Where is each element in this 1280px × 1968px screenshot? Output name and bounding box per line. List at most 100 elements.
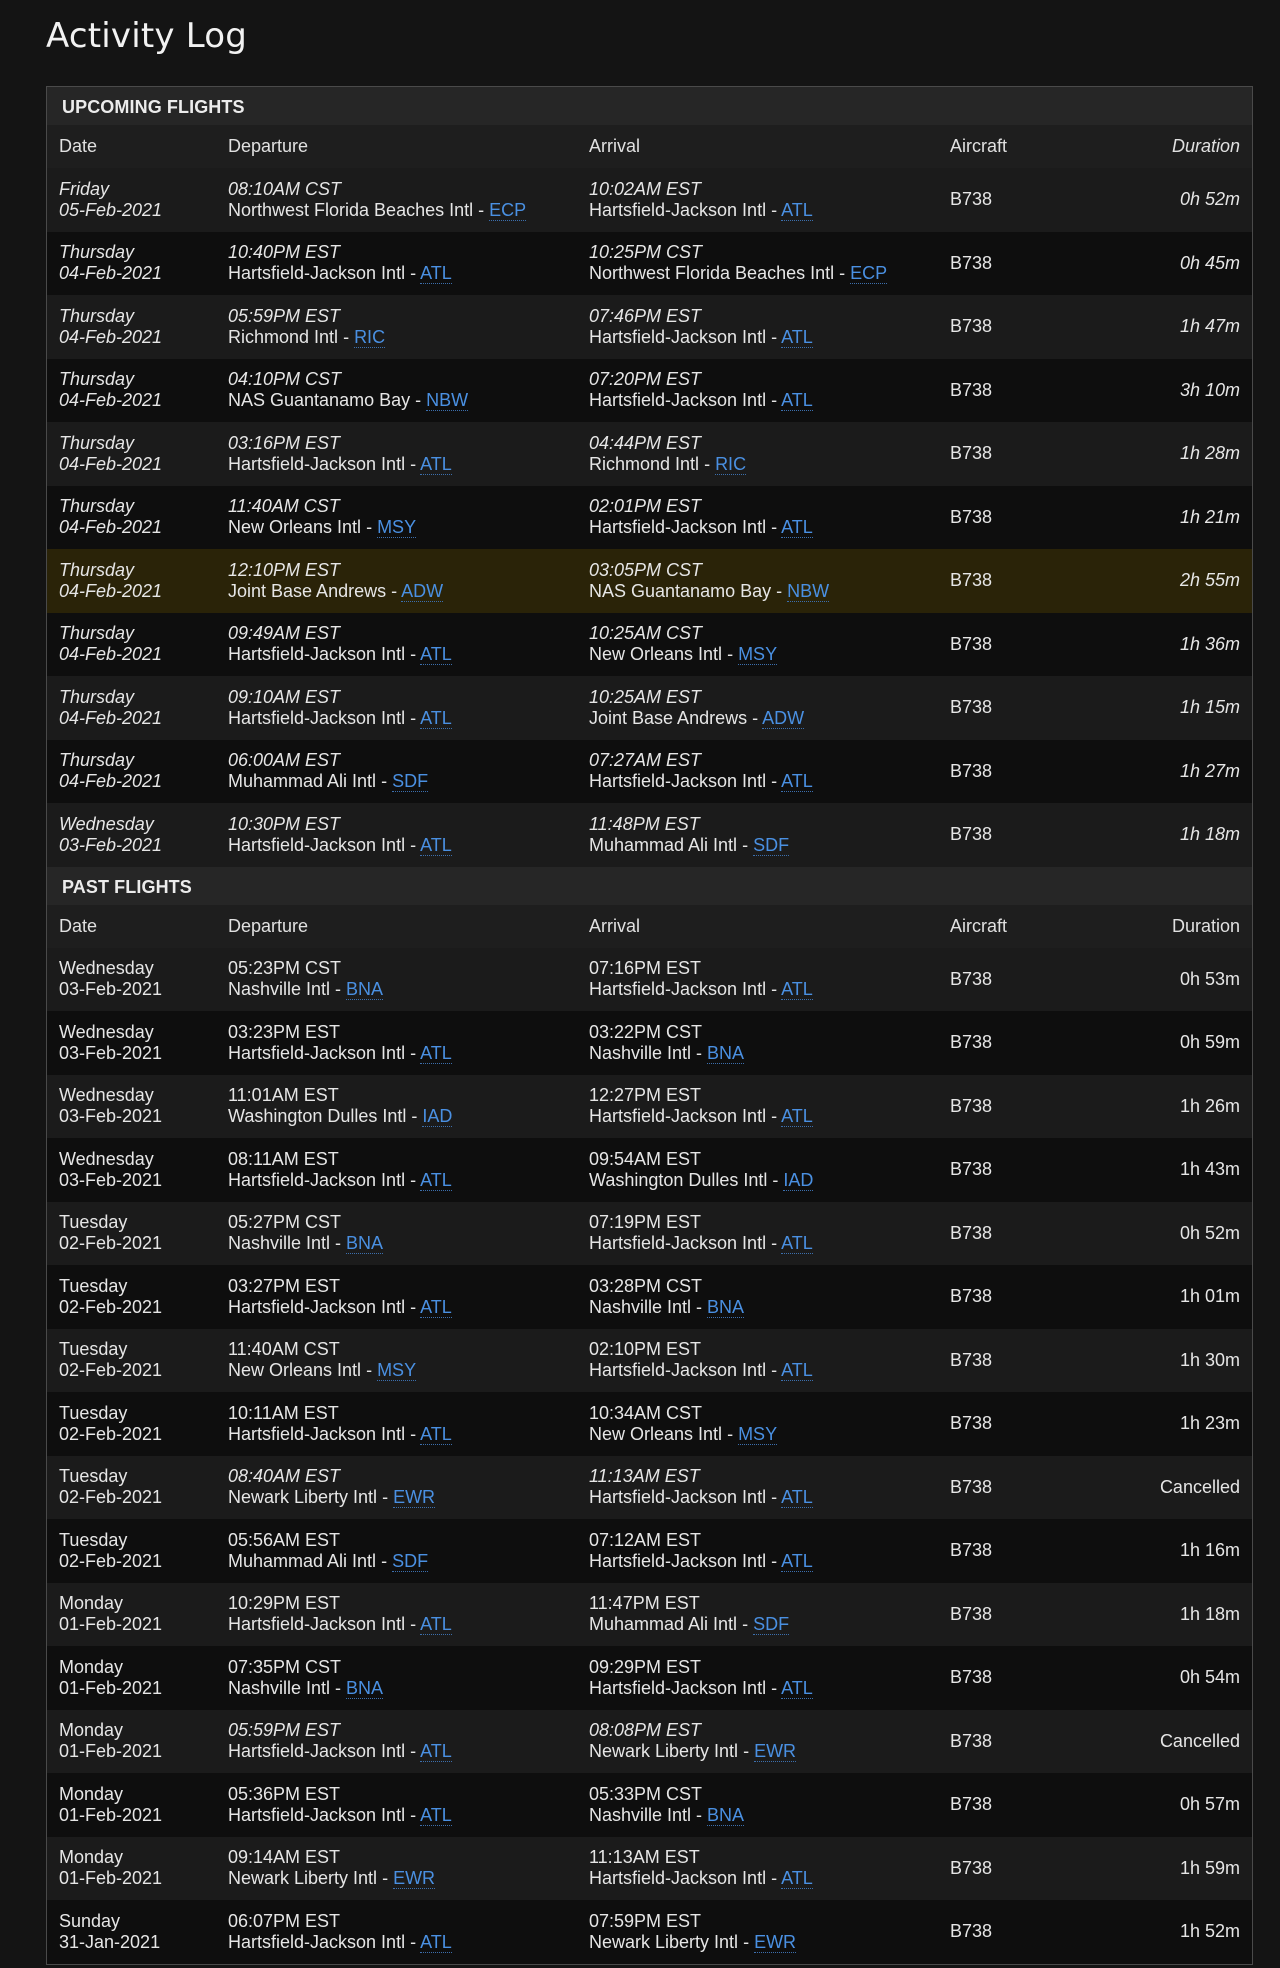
- airport-name: Hartsfield-Jackson Intl: [228, 1741, 406, 1762]
- table-row: Thursday 04-Feb-2021 10:40PM EST Hartsfield…: [47, 231, 1252, 295]
- airport-name: Newark Liberty Intl: [589, 1741, 739, 1762]
- flight-date: 04-Feb-2021: [59, 517, 163, 538]
- separator: -: [766, 390, 782, 411]
- airport-code-link[interactable]: ATL: [781, 979, 813, 1001]
- departure-airport-line: Hartsfield-Jackson Intl - ATL: [228, 263, 589, 285]
- airport-code-link[interactable]: ATL: [420, 1296, 452, 1318]
- airport-code-link[interactable]: ATL: [420, 1804, 452, 1826]
- table-row: Thursday 04-Feb-2021 05:59PM EST Richmond I…: [47, 295, 1252, 359]
- airport-code-link[interactable]: MSY: [738, 1423, 778, 1445]
- aircraft-type: B738: [950, 1413, 993, 1434]
- departure-time: 09:49AM EST: [228, 623, 341, 644]
- arrival-airport-line: Hartsfield-Jackson Intl - ATL: [589, 1360, 950, 1382]
- airport-code-link[interactable]: ATL: [420, 834, 452, 856]
- airport-code-link[interactable]: ATL: [420, 1614, 452, 1636]
- flight-date: 04-Feb-2021: [59, 644, 163, 665]
- airport-code-link[interactable]: MSY: [377, 1360, 417, 1382]
- column-header-departure: Departure: [228, 915, 309, 936]
- separator: -: [766, 1233, 782, 1254]
- airport-code-link[interactable]: SDF: [753, 834, 790, 856]
- departure-time: 09:10AM EST: [228, 686, 341, 707]
- airport-code-link[interactable]: BNA: [707, 1042, 745, 1064]
- airport-code-link[interactable]: ATL: [420, 263, 452, 285]
- airport-code-link[interactable]: BNA: [346, 1233, 384, 1255]
- airport-code-link[interactable]: IAD: [783, 1169, 814, 1191]
- airport-code-link[interactable]: BNA: [346, 1677, 384, 1699]
- airport-code-link[interactable]: ATL: [420, 644, 452, 666]
- airport-code-link[interactable]: ATL: [781, 1360, 813, 1382]
- departure-time: 11:40AM CST: [228, 496, 340, 517]
- flight-duration: 1h 27m: [1179, 760, 1240, 781]
- table-row: Tuesday 02-Feb-2021 05:56AM EST Muhammad Al…: [47, 1519, 1252, 1583]
- table-row: Thursday 04-Feb-2021 03:16PM EST Hartsfield…: [47, 422, 1252, 486]
- airport-code-link[interactable]: ATL: [420, 1741, 452, 1763]
- airport-code-link[interactable]: EWR: [754, 1931, 797, 1953]
- airport-code-link[interactable]: NBW: [426, 390, 469, 412]
- date-cell: Thursday 04-Feb-2021: [47, 242, 228, 284]
- airport-code-link[interactable]: MSY: [377, 517, 417, 539]
- airport-code-link[interactable]: ATL: [781, 771, 813, 793]
- departure-time: 08:11AM EST: [228, 1148, 339, 1169]
- aircraft-type: B738: [950, 1032, 993, 1053]
- airport-code-link[interactable]: SDF: [392, 1550, 429, 1572]
- flight-date: 02-Feb-2021: [59, 1233, 163, 1254]
- flight-date: 04-Feb-2021: [59, 326, 163, 347]
- airport-code-link[interactable]: ATL: [781, 1868, 813, 1890]
- airport-code-link[interactable]: EWR: [754, 1741, 797, 1763]
- departure-airport-line: Hartsfield-Jackson Intl - ATL: [228, 1042, 589, 1064]
- airport-code-link[interactable]: ADW: [762, 707, 805, 729]
- column-header-date: Date: [59, 915, 98, 936]
- flight-date: 01-Feb-2021: [59, 1868, 163, 1889]
- airport-code-link[interactable]: ATL: [781, 1487, 813, 1509]
- aircraft-type: B738: [950, 1667, 993, 1688]
- airport-code-link[interactable]: ATL: [781, 1233, 813, 1255]
- arrival-airport-line: Hartsfield-Jackson Intl - ATL: [589, 1677, 950, 1699]
- separator: -: [766, 199, 782, 220]
- airport-code-link[interactable]: BNA: [707, 1296, 745, 1318]
- arrival-time: 03:22PM CST: [589, 1021, 703, 1042]
- airport-name: NAS Guantanamo Bay: [589, 580, 772, 601]
- airport-code-link[interactable]: MSY: [738, 644, 778, 666]
- separator: -: [738, 1931, 755, 1952]
- separator: -: [834, 263, 851, 284]
- airport-code-link[interactable]: ECP: [850, 263, 888, 285]
- airport-code-link[interactable]: ECP: [489, 199, 527, 221]
- airport-code-link[interactable]: ATL: [420, 707, 452, 729]
- upcoming-flights-rows: Friday 05-Feb-2021 08:10AM CST Northwest Fl…: [47, 168, 1252, 867]
- arrival-time: 09:54AM EST: [589, 1148, 702, 1169]
- separator: -: [766, 979, 782, 1000]
- arrival-cell: 07:16PM EST Hartsfield-Jackson Intl - ATL: [589, 958, 950, 1001]
- airport-code-link[interactable]: IAD: [422, 1106, 453, 1128]
- weekday: Tuesday: [59, 1212, 128, 1233]
- airport-name: New Orleans Intl: [228, 1360, 362, 1381]
- airport-code-link[interactable]: ADW: [401, 580, 444, 602]
- airport-code-link[interactable]: NBW: [787, 580, 830, 602]
- airport-code-link[interactable]: ATL: [420, 453, 452, 475]
- airport-code-link[interactable]: EWR: [393, 1487, 436, 1509]
- weekday: Monday: [59, 1656, 124, 1677]
- date-cell: Thursday 04-Feb-2021: [47, 496, 228, 538]
- airport-code-link[interactable]: ATL: [781, 326, 813, 348]
- airport-code-link[interactable]: ATL: [420, 1042, 452, 1064]
- airport-code-link[interactable]: ATL: [781, 1550, 813, 1572]
- airport-code-link[interactable]: ATL: [420, 1169, 452, 1191]
- airport-code-link[interactable]: RIC: [354, 326, 386, 348]
- airport-code-link[interactable]: ATL: [420, 1423, 452, 1445]
- departure-cell: 05:56AM EST Muhammad Ali Intl - SDF: [228, 1530, 589, 1572]
- airport-code-link[interactable]: ATL: [420, 1931, 452, 1953]
- airport-code-link[interactable]: EWR: [393, 1868, 436, 1890]
- departure-cell: 09:10AM EST Hartsfield-Jackson Intl - ATL: [228, 687, 589, 729]
- airport-code-link[interactable]: SDF: [753, 1614, 790, 1636]
- airport-code-link[interactable]: ATL: [781, 390, 813, 412]
- airport-code-link[interactable]: ATL: [781, 517, 813, 539]
- airport-code-link[interactable]: SDF: [392, 771, 429, 793]
- departure-airport-line: Newark Liberty Intl - EWR: [228, 1487, 589, 1509]
- airport-code-link[interactable]: RIC: [715, 453, 747, 475]
- airport-code-link[interactable]: ATL: [781, 1677, 813, 1699]
- airport-code-link[interactable]: BNA: [346, 979, 384, 1001]
- departure-cell: 06:00AM EST Muhammad Ali Intl - SDF: [228, 750, 589, 793]
- airport-code-link[interactable]: ATL: [781, 199, 813, 221]
- airport-code-link[interactable]: BNA: [707, 1804, 745, 1826]
- airport-code-link[interactable]: ATL: [781, 1106, 813, 1128]
- table-row: Sunday 31-Jan-2021 06:07PM EST Hartsfield-J…: [47, 1900, 1252, 1964]
